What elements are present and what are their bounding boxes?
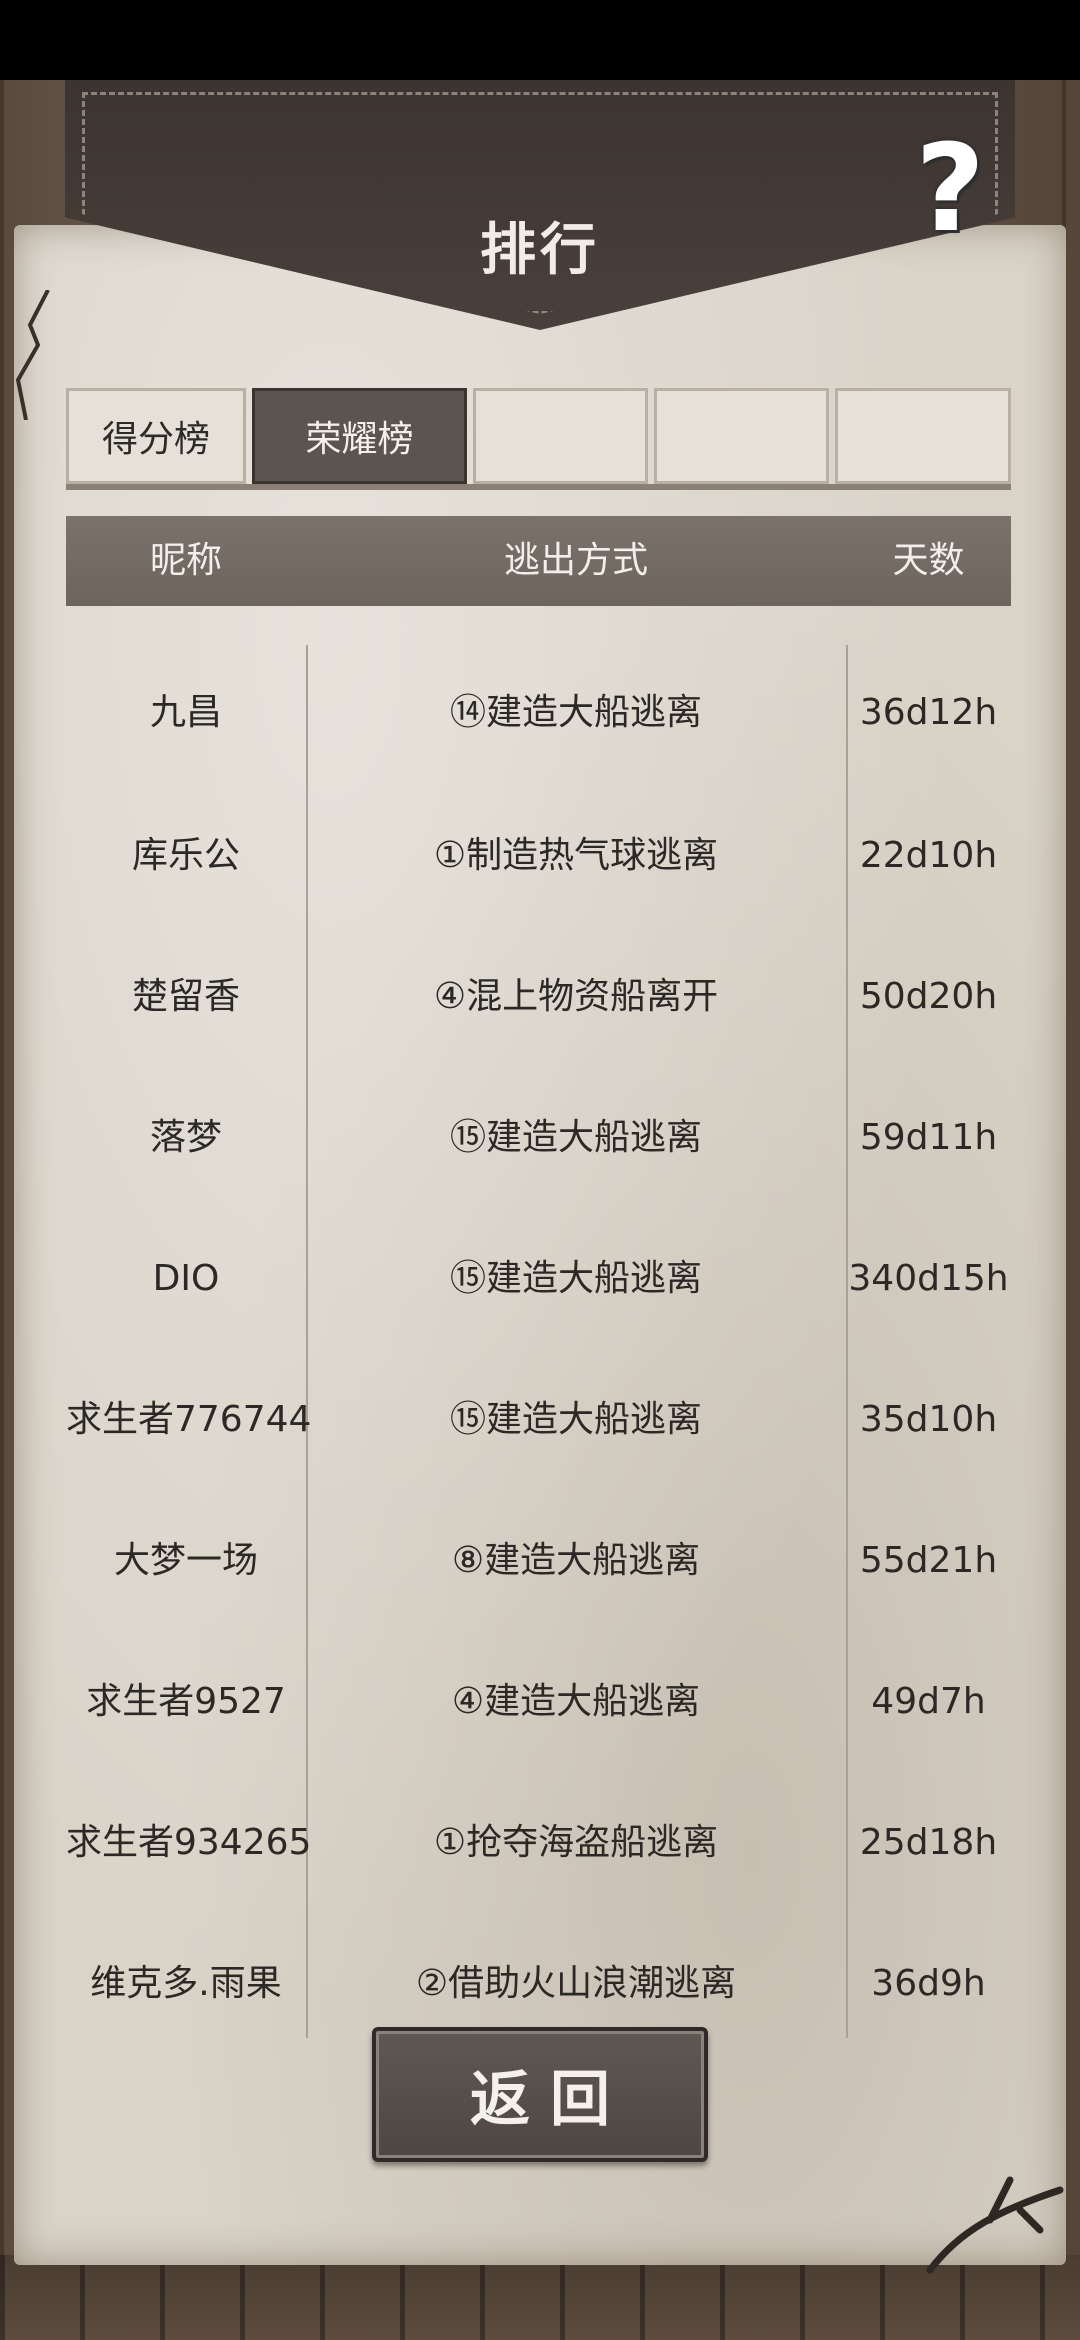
row-method: ④建造大船逃离 — [451, 1681, 701, 1722]
row-days: 50d20h — [859, 976, 998, 1017]
table-row: 大梦一场 ⑧建造大船逃离 55d21h — [66, 1511, 1011, 1611]
back-button[interactable]: 返回 — [372, 2027, 708, 2162]
row-name: 大梦一场 — [113, 1540, 258, 1581]
row-method: ①抢夺海盗船逃离 — [433, 1822, 719, 1863]
row-method: ①制造热气球逃离 — [433, 835, 719, 876]
table-row: 九昌 ⑭建造大船逃离 36d12h — [66, 663, 1011, 763]
row-days: 340d15h — [848, 1258, 1009, 1299]
tab-honor-ranking[interactable]: 荣耀榜 — [252, 388, 467, 484]
row-method: ⑮建造大船逃离 — [449, 1399, 702, 1440]
row-name: 求生者934265 — [66, 1822, 312, 1863]
row-days: 35d10h — [859, 1399, 998, 1440]
row-days: 36d9h — [871, 1963, 986, 2004]
wood-floor — [0, 2255, 1080, 2340]
row-method: ④混上物资船离开 — [433, 976, 719, 1017]
tab-underline — [66, 484, 1011, 490]
tab-empty-5[interactable] — [835, 388, 1011, 484]
table-row: 求生者934265 ①抢夺海盗船逃离 25d18h — [66, 1793, 1011, 1893]
tab-bar: 得分榜 荣耀榜 — [66, 388, 1011, 490]
row-name: 求生者776744 — [66, 1399, 312, 1440]
question-mark-icon[interactable]: ? — [895, 130, 1005, 250]
table-row: DIO ⑮建造大船逃离 340d15h — [66, 1229, 1011, 1329]
tab-empty-4[interactable] — [654, 388, 829, 484]
tab-empty-3[interactable] — [473, 388, 648, 484]
table-row: 落梦 ⑮建造大船逃离 59d11h — [66, 1088, 1011, 1188]
crack-decoration-left — [15, 290, 50, 420]
table-row: 求生者9527 ④建造大船逃离 49d7h — [66, 1652, 1011, 1752]
column-header-days: 天数 — [892, 540, 965, 581]
row-name: 落梦 — [149, 1117, 222, 1158]
row-days: 36d12h — [859, 692, 998, 733]
row-name: DIO — [152, 1258, 220, 1299]
row-name: 维克多.雨果 — [90, 1963, 282, 2004]
row-days: 25d18h — [859, 1822, 998, 1863]
row-days: 22d10h — [859, 835, 998, 876]
row-days: 49d7h — [871, 1681, 986, 1722]
column-header-nickname: 昵称 — [149, 540, 222, 581]
row-name: 库乐公 — [131, 835, 240, 876]
column-header-escape-method: 逃出方式 — [503, 540, 648, 581]
twig-decoration — [926, 2176, 1064, 2274]
row-days: 59d11h — [859, 1117, 998, 1158]
row-method: ⑭建造大船逃离 — [449, 692, 702, 733]
row-days: 55d21h — [859, 1540, 998, 1581]
row-method: ⑧建造大船逃离 — [451, 1540, 701, 1581]
row-name: 九昌 — [149, 692, 222, 733]
row-method: ⑮建造大船逃离 — [449, 1117, 702, 1158]
row-method: ⑮建造大船逃离 — [449, 1258, 702, 1299]
row-name: 楚留香 — [131, 976, 240, 1017]
table-row: 库乐公 ①制造热气球逃离 22d10h — [66, 806, 1011, 906]
row-name: 求生者9527 — [86, 1681, 286, 1722]
tab-score-ranking[interactable]: 得分榜 — [66, 388, 246, 484]
table-row: 求生者776744 ⑮建造大船逃离 35d10h — [66, 1370, 1011, 1470]
table-row: 维克多.雨果 ②借助火山浪潮逃离 36d9h — [66, 1934, 1011, 2034]
row-method: ②借助火山浪潮逃离 — [415, 1963, 737, 2004]
table-header: 昵称 逃出方式 天数 — [66, 516, 1011, 606]
table-row: 楚留香 ④混上物资船离开 50d20h — [66, 947, 1011, 1047]
